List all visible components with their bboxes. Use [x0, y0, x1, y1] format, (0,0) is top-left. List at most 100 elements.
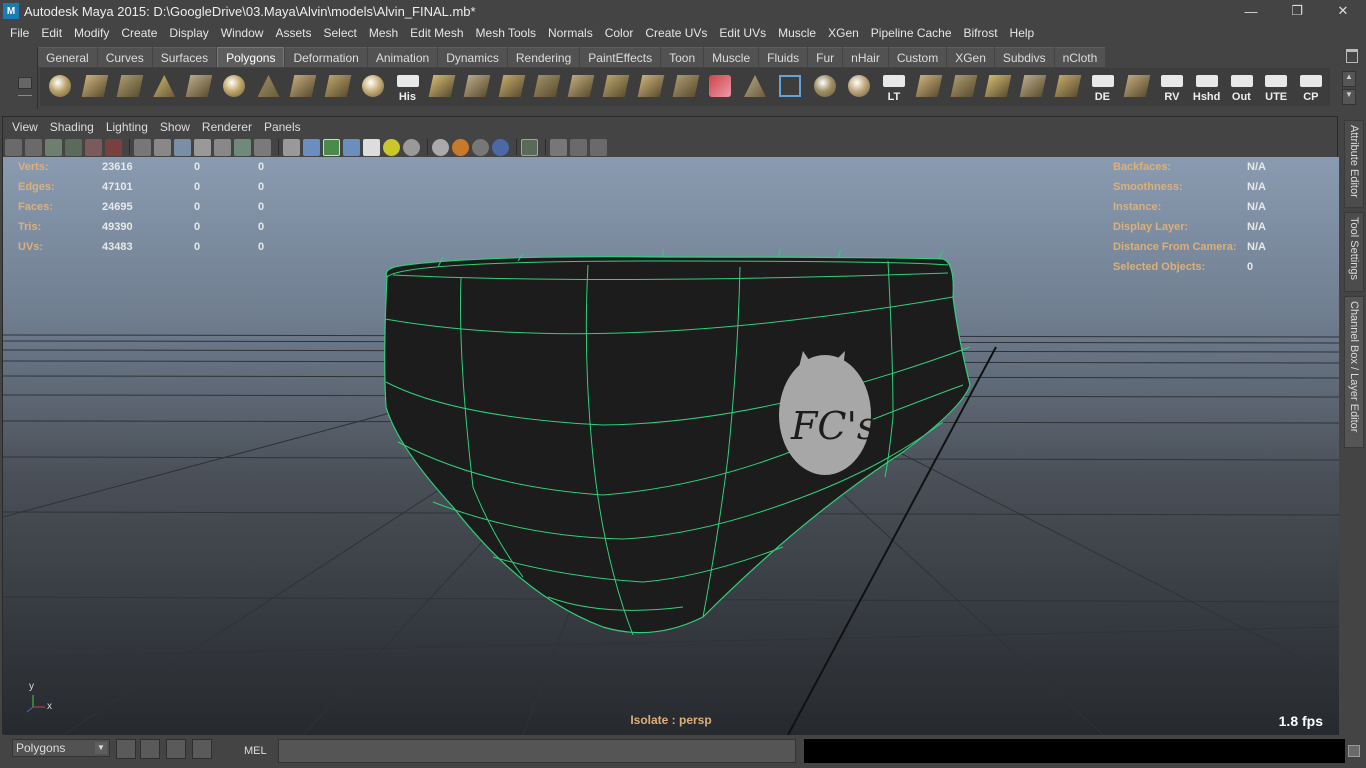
menu-edit[interactable]: Edit	[35, 26, 68, 40]
shelf-grip[interactable]	[10, 47, 38, 109]
command-input[interactable]	[278, 739, 796, 763]
menu-window[interactable]: Window	[215, 26, 270, 40]
insert-edge-loop-icon[interactable]	[600, 71, 632, 103]
menu-display[interactable]: Display	[163, 26, 214, 40]
ute-icon[interactable]: UTE	[1260, 71, 1292, 103]
perspective-viewport[interactable]: FC's Verts: 23616 0 0 Edges: 47101 0 0 Faces: 246…	[3, 157, 1339, 735]
automatic-mapping-icon[interactable]	[1017, 71, 1049, 103]
menu-select[interactable]: Select	[317, 26, 362, 40]
selection-mode-dropdown[interactable]: Polygons ▼	[12, 739, 110, 757]
mel-label[interactable]: MEL	[244, 745, 267, 757]
shelf-tab-muscle[interactable]: Muscle	[704, 47, 759, 67]
snap-icon[interactable]	[116, 739, 136, 759]
poly-cone-icon[interactable]	[148, 71, 180, 103]
panel-menu-panels[interactable]: Panels	[258, 120, 307, 134]
menu-mesh-tools[interactable]: Mesh Tools	[470, 26, 542, 40]
shelf-tab-toon[interactable]: Toon	[661, 47, 704, 67]
menu-edit-uvs[interactable]: Edit UVs	[713, 26, 772, 40]
xray-active-components-icon[interactable]	[570, 138, 587, 156]
hshd-icon[interactable]: Hshd	[1191, 71, 1223, 103]
anti-aliasing-icon[interactable]	[472, 138, 489, 156]
planar-mapping-icon[interactable]	[913, 71, 945, 103]
tool-settings-tab[interactable]: Tool Settings	[1344, 212, 1364, 292]
create-polygon-tool-icon[interactable]	[322, 71, 354, 103]
safe-title-icon[interactable]	[254, 138, 271, 156]
bevel-icon[interactable]	[461, 71, 493, 103]
menu-file[interactable]: File	[4, 26, 35, 40]
bookmarks-icon[interactable]	[45, 138, 62, 156]
shelf-tab-fur[interactable]: Fur	[808, 47, 843, 67]
poly-pyramid-icon[interactable]	[253, 71, 285, 103]
graph-icon[interactable]	[590, 138, 607, 156]
panel-menu-lighting[interactable]: Lighting	[100, 120, 154, 134]
shelf-tab-ncloth[interactable]: nCloth	[1054, 47, 1106, 67]
menu-muscle[interactable]: Muscle	[772, 26, 822, 40]
soft-select-icon[interactable]	[774, 71, 806, 103]
cylindrical-mapping-icon[interactable]	[948, 71, 980, 103]
menu-modify[interactable]: Modify	[68, 26, 115, 40]
restore-button[interactable]: ❐	[1274, 0, 1320, 22]
split-polygon-icon[interactable]	[565, 71, 597, 103]
safe-action-icon[interactable]	[234, 138, 251, 156]
menu-normals[interactable]: Normals	[542, 26, 599, 40]
lattice-icon[interactable]	[739, 71, 771, 103]
shelf-tab-deformation[interactable]: Deformation	[285, 47, 367, 67]
panel-menu-show[interactable]: Show	[154, 120, 196, 134]
shelf-tab-surfaces[interactable]: Surfaces	[152, 47, 217, 67]
menu-help[interactable]: Help	[1004, 26, 1041, 40]
poly-plane-icon[interactable]	[183, 71, 215, 103]
panel-menu-shading[interactable]: Shading	[44, 120, 100, 134]
image-plane-icon[interactable]	[65, 138, 82, 156]
resolution-gate-icon[interactable]	[174, 138, 191, 156]
film-gate-icon[interactable]	[154, 138, 171, 156]
rv-icon[interactable]: RV	[1156, 71, 1188, 103]
poly-pipe-icon[interactable]	[287, 71, 319, 103]
uv-layout-icon[interactable]	[1121, 71, 1153, 103]
shelf-tab-polygons[interactable]: Polygons	[217, 47, 285, 67]
panel-menu-renderer[interactable]: Renderer	[196, 120, 258, 134]
shelf-tab-xgen[interactable]: XGen	[947, 47, 994, 67]
screen-space-ao-icon[interactable]	[432, 138, 449, 156]
gate-mask-icon[interactable]	[194, 138, 211, 156]
symmetry-icon[interactable]	[809, 71, 841, 103]
isolate-select-icon[interactable]	[521, 138, 538, 156]
menu-create[interactable]: Create	[115, 26, 163, 40]
extrude-icon[interactable]	[426, 71, 458, 103]
sculpt-geometry-icon[interactable]	[670, 71, 702, 103]
channel-box-tab[interactable]: Channel Box / Layer Editor	[1344, 296, 1364, 448]
shelf-tab-painteffects[interactable]: PaintEffects	[580, 47, 661, 67]
layer-icon[interactable]	[192, 739, 212, 759]
select-camera-icon[interactable]	[5, 138, 22, 156]
uv-texture-editor-icon[interactable]	[1052, 71, 1084, 103]
grease-pencil-icon[interactable]	[85, 138, 102, 156]
mesh-body[interactable]	[384, 256, 971, 634]
panel-menu-view[interactable]: View	[6, 120, 44, 134]
menu-assets[interactable]: Assets	[269, 26, 317, 40]
history-icon[interactable]: His	[392, 71, 424, 103]
shelf-scroll-down-icon[interactable]: ▼	[1342, 89, 1356, 105]
poly-cube-icon[interactable]	[79, 71, 111, 103]
shelf-menu-icon[interactable]	[18, 77, 32, 89]
append-polygon-icon[interactable]	[531, 71, 563, 103]
shelf-tab-rendering[interactable]: Rendering	[507, 47, 580, 67]
menu-edit-mesh[interactable]: Edit Mesh	[404, 26, 469, 40]
wireframe-on-shaded-icon[interactable]	[323, 138, 340, 156]
trash-icon[interactable]	[1346, 49, 1358, 63]
menu-color[interactable]: Color	[599, 26, 640, 40]
shelf-options-icon[interactable]	[18, 95, 32, 96]
spherical-mapping-icon[interactable]	[982, 71, 1014, 103]
2d-pan-zoom-icon[interactable]	[105, 138, 122, 156]
de-icon[interactable]: DE	[1087, 71, 1119, 103]
shelf-tab-custom[interactable]: Custom	[888, 47, 947, 67]
wireframe-icon[interactable]	[283, 138, 300, 156]
smooth-shade-icon[interactable]	[303, 138, 320, 156]
close-button[interactable]: ✕	[1320, 0, 1366, 22]
shelf-tab-general[interactable]: General	[38, 47, 97, 67]
mirror-geometry-icon[interactable]	[843, 71, 875, 103]
textured-icon[interactable]	[363, 138, 380, 156]
depth-of-field-icon[interactable]	[492, 138, 509, 156]
maya-app-icon[interactable]: M	[3, 3, 19, 19]
shelf-tab-fluids[interactable]: Fluids	[759, 47, 808, 67]
outliner-icon[interactable]	[166, 739, 186, 759]
shelf-tab-animation[interactable]: Animation	[367, 47, 438, 67]
